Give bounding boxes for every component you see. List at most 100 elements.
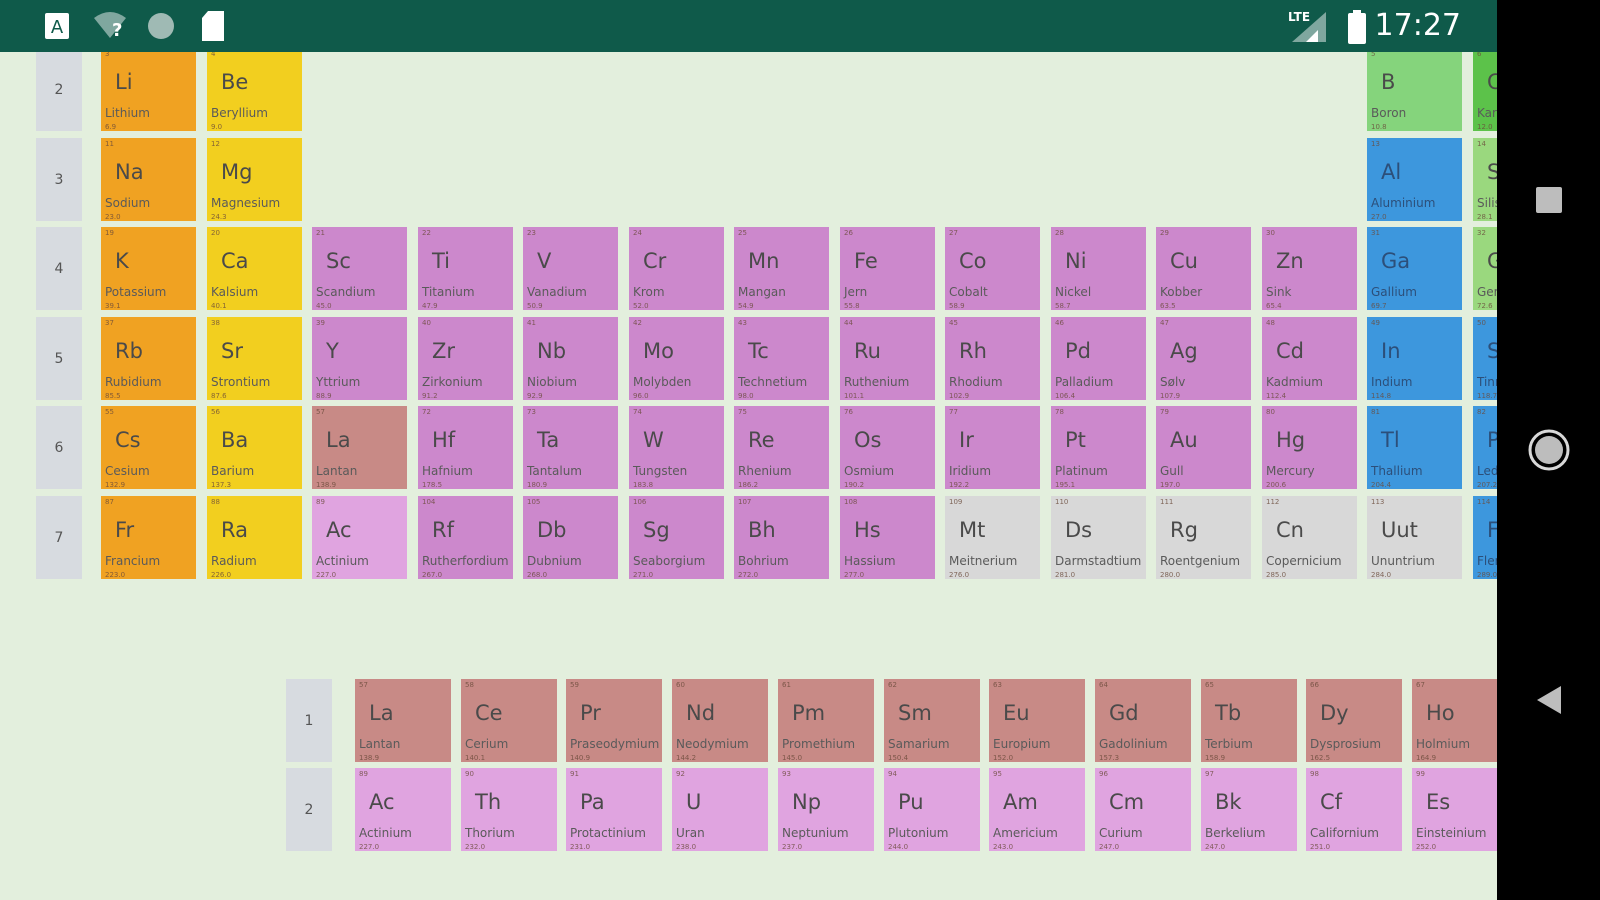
element-cell[interactable]: 63 Eu Europium 152.0 <box>989 679 1085 762</box>
element-cell[interactable]: 55 Cs Cesium 132.9 <box>101 406 196 489</box>
element-cell[interactable]: 64 Gd Gadolinium 157.3 <box>1095 679 1191 762</box>
element-cell[interactable]: 104 Rf Rutherfordium 267.0 <box>418 496 513 579</box>
element-cell[interactable]: 92 U Uran 238.0 <box>672 768 768 851</box>
element-cell[interactable]: 47 Ag Sølv 107.9 <box>1156 317 1251 400</box>
element-cell[interactable]: 95 Am Americium 243.0 <box>989 768 1085 851</box>
element-cell[interactable]: 114 Fl Flerovium 289.0 <box>1473 496 1497 579</box>
element-cell[interactable]: 67 Ho Holmium 164.9 <box>1412 679 1497 762</box>
element-cell[interactable]: 19 K Potassium 39.1 <box>101 227 196 310</box>
atomic-mass: 238.0 <box>676 843 697 851</box>
element-cell[interactable]: 107 Bh Bohrium 272.0 <box>734 496 829 579</box>
element-cell[interactable]: 65 Tb Terbium 158.9 <box>1201 679 1297 762</box>
element-cell[interactable]: 6 C Karbon 12.0 <box>1473 52 1497 131</box>
element-symbol: Ho <box>1426 701 1455 725</box>
element-cell[interactable]: 90 Th Thorium 232.0 <box>461 768 557 851</box>
element-cell[interactable]: 50 Sn Tinn 118.7 <box>1473 317 1497 400</box>
element-cell[interactable]: 49 In Indium 114.8 <box>1367 317 1462 400</box>
element-cell[interactable]: 78 Pt Platinum 195.1 <box>1051 406 1146 489</box>
element-cell[interactable]: 57 La Lantan 138.9 <box>312 406 407 489</box>
element-cell[interactable]: 99 Es Einsteinium 252.0 <box>1412 768 1497 851</box>
element-cell[interactable]: 41 Nb Niobium 92.9 <box>523 317 618 400</box>
element-cell[interactable]: 62 Sm Samarium 150.4 <box>884 679 980 762</box>
element-cell[interactable]: 58 Ce Cerium 140.1 <box>461 679 557 762</box>
element-cell[interactable]: 39 Y Yttrium 88.9 <box>312 317 407 400</box>
element-cell[interactable]: 11 Na Sodium 23.0 <box>101 138 196 221</box>
element-cell[interactable]: 97 Bk Berkelium 247.0 <box>1201 768 1297 851</box>
element-cell[interactable]: 32 Ge Germanium 72.6 <box>1473 227 1497 310</box>
element-cell[interactable]: 74 W Tungsten 183.8 <box>629 406 724 489</box>
element-cell[interactable]: 40 Zr Zirkonium 91.2 <box>418 317 513 400</box>
element-cell[interactable]: 43 Tc Technetium 98.0 <box>734 317 829 400</box>
element-cell[interactable]: 105 Db Dubnium 268.0 <box>523 496 618 579</box>
element-cell[interactable]: 81 Tl Thallium 204.4 <box>1367 406 1462 489</box>
element-cell[interactable]: 108 Hs Hassium 277.0 <box>840 496 935 579</box>
atomic-mass: 101.1 <box>844 392 865 400</box>
element-cell[interactable]: 4 Be Beryllium 9.0 <box>207 52 302 131</box>
element-cell[interactable]: 44 Ru Ruthenium 101.1 <box>840 317 935 400</box>
element-cell[interactable]: 23 V Vanadium 50.9 <box>523 227 618 310</box>
element-cell[interactable]: 38 Sr Strontium 87.6 <box>207 317 302 400</box>
element-cell[interactable]: 20 Ca Kalsium 40.1 <box>207 227 302 310</box>
element-cell[interactable]: 12 Mg Magnesium 24.3 <box>207 138 302 221</box>
element-cell[interactable]: 37 Rb Rubidium 85.5 <box>101 317 196 400</box>
element-cell[interactable]: 25 Mn Mangan 54.9 <box>734 227 829 310</box>
element-cell[interactable]: 30 Zn Sink 65.4 <box>1262 227 1357 310</box>
element-cell[interactable]: 24 Cr Krom 52.0 <box>629 227 724 310</box>
home-button[interactable] <box>1497 428 1600 472</box>
element-cell[interactable]: 28 Ni Nickel 58.7 <box>1051 227 1146 310</box>
element-cell[interactable]: 113 Uut Ununtrium 284.0 <box>1367 496 1462 579</box>
element-cell[interactable]: 76 Os Osmium 190.2 <box>840 406 935 489</box>
element-cell[interactable]: 94 Pu Plutonium 244.0 <box>884 768 980 851</box>
element-cell[interactable]: 111 Rg Roentgenium 280.0 <box>1156 496 1251 579</box>
element-cell[interactable]: 98 Cf Californium 251.0 <box>1306 768 1402 851</box>
element-cell[interactable]: 80 Hg Mercury 200.6 <box>1262 406 1357 489</box>
element-cell[interactable]: 112 Cn Copernicium 285.0 <box>1262 496 1357 579</box>
element-cell[interactable]: 57 La Lantan 138.9 <box>355 679 451 762</box>
atomic-number: 44 <box>844 319 853 327</box>
element-cell[interactable]: 73 Ta Tantalum 180.9 <box>523 406 618 489</box>
element-cell[interactable]: 26 Fe Jern 55.8 <box>840 227 935 310</box>
element-cell[interactable]: 14 Si Silisium 28.1 <box>1473 138 1497 221</box>
element-cell[interactable]: 60 Nd Neodymium 144.2 <box>672 679 768 762</box>
element-cell[interactable]: 31 Ga Gallium 69.7 <box>1367 227 1462 310</box>
element-cell[interactable]: 75 Re Rhenium 186.2 <box>734 406 829 489</box>
element-symbol: Ir <box>959 428 974 452</box>
element-cell[interactable]: 13 Al Aluminium 27.0 <box>1367 138 1462 221</box>
back-button[interactable] <box>1497 684 1600 716</box>
element-cell[interactable]: 77 Ir Iridium 192.2 <box>945 406 1040 489</box>
periodic-table-view[interactable]: 2 3 Li Lithium 6.9 4 Be Beryllium 9.0 5 B Boron 10.8… <box>0 52 1497 900</box>
element-cell[interactable]: 109 Mt Meitnerium 276.0 <box>945 496 1040 579</box>
element-symbol: Bh <box>748 518 776 542</box>
element-cell[interactable]: 22 Ti Titanium 47.9 <box>418 227 513 310</box>
element-cell[interactable]: 45 Rh Rhodium 102.9 <box>945 317 1040 400</box>
element-cell[interactable]: 96 Cm Curium 247.0 <box>1095 768 1191 851</box>
element-cell[interactable]: 56 Ba Barium 137.3 <box>207 406 302 489</box>
element-cell[interactable]: 42 Mo Molybden 96.0 <box>629 317 724 400</box>
recent-apps-button[interactable] <box>1497 180 1600 220</box>
element-cell[interactable]: 3 Li Lithium 6.9 <box>101 52 196 131</box>
element-cell[interactable]: 59 Pr Praseodymium 140.9 <box>566 679 662 762</box>
element-cell[interactable]: 29 Cu Kobber 63.5 <box>1156 227 1251 310</box>
element-cell[interactable]: 93 Np Neptunium 237.0 <box>778 768 874 851</box>
element-cell[interactable]: 106 Sg Seaborgium 271.0 <box>629 496 724 579</box>
element-cell[interactable]: 110 Ds Darmstadtium 281.0 <box>1051 496 1146 579</box>
element-cell[interactable]: 46 Pd Palladium 106.4 <box>1051 317 1146 400</box>
element-cell[interactable]: 88 Ra Radium 226.0 <box>207 496 302 579</box>
element-cell[interactable]: 89 Ac Actinium 227.0 <box>355 768 451 851</box>
element-symbol: Cd <box>1276 339 1304 363</box>
element-cell[interactable]: 27 Co Cobalt 58.9 <box>945 227 1040 310</box>
element-cell[interactable]: 91 Pa Protactinium 231.0 <box>566 768 662 851</box>
element-cell[interactable]: 48 Cd Kadmium 112.4 <box>1262 317 1357 400</box>
element-cell[interactable]: 82 Pb Ledning 207.2 <box>1473 406 1497 489</box>
element-cell[interactable]: 21 Sc Scandium 45.0 <box>312 227 407 310</box>
element-cell[interactable]: 72 Hf Hafnium 178.5 <box>418 406 513 489</box>
element-cell[interactable]: 61 Pm Promethium 145.0 <box>778 679 874 762</box>
element-cell[interactable]: 87 Fr Francium 223.0 <box>101 496 196 579</box>
atomic-number: 109 <box>949 498 963 506</box>
element-cell[interactable]: 5 B Boron 10.8 <box>1367 52 1462 131</box>
element-cell[interactable]: 66 Dy Dysprosium 162.5 <box>1306 679 1402 762</box>
element-cell[interactable]: 89 Ac Actinium 227.0 <box>312 496 407 579</box>
element-cell[interactable]: 79 Au Gull 197.0 <box>1156 406 1251 489</box>
clock: 17:27 <box>1374 8 1461 43</box>
element-name: Francium <box>105 554 161 568</box>
